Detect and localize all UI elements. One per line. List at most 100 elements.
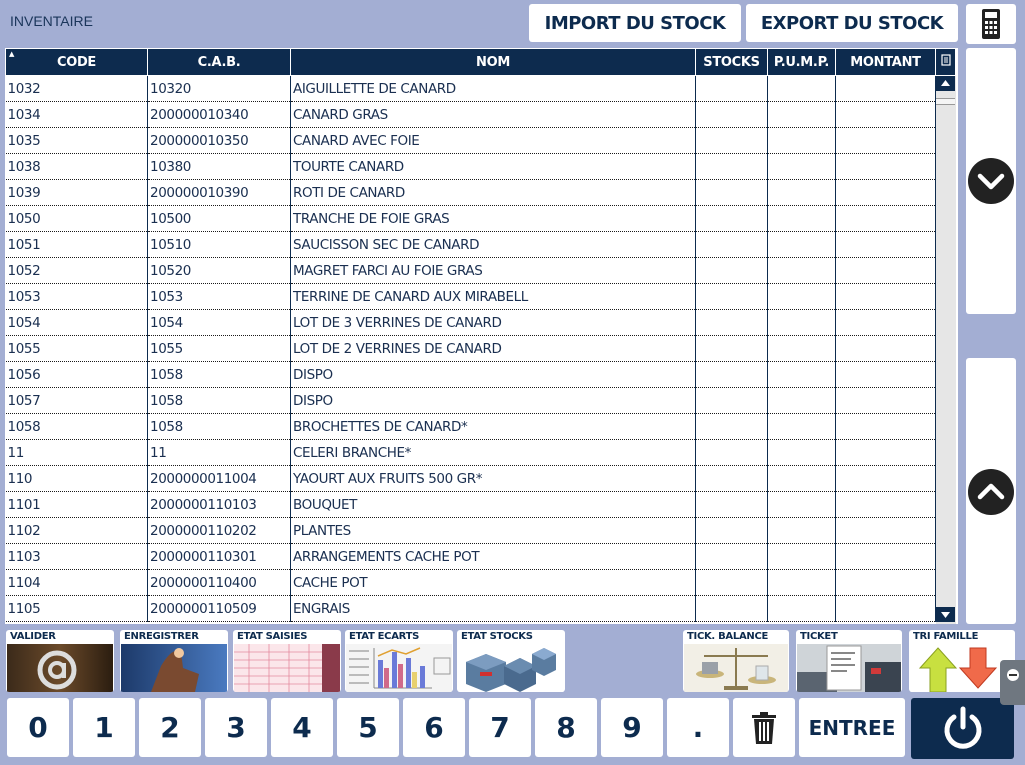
cell-cab[interactable]: 2000000110400 — [147, 569, 291, 596]
cell-nom[interactable]: LOT DE 3 VERRINES DE CANARD — [290, 309, 696, 336]
key-1[interactable]: 1 — [73, 698, 135, 757]
cell-nom[interactable]: SAUCISSON SEC DE CANARD — [290, 231, 696, 258]
scroll-thumb[interactable] — [936, 98, 955, 105]
entree-button[interactable]: ENTREE — [799, 698, 905, 757]
table-row[interactable]: 1034 200000010340 CANARD GRAS — [5, 101, 956, 128]
power-button[interactable] — [911, 698, 1014, 759]
cell-montant[interactable] — [835, 543, 936, 570]
cell-stocks[interactable] — [695, 361, 768, 388]
column-chooser-button[interactable] — [935, 48, 956, 76]
tick-balance-button[interactable]: TICK. BALANCE — [683, 630, 789, 692]
table-row[interactable]: 1054 1054 LOT DE 3 VERRINES DE CANARD — [5, 309, 956, 336]
cell-pump[interactable] — [767, 439, 836, 466]
cell-pump[interactable] — [767, 361, 836, 388]
cell-nom[interactable]: ROTI DE CANARD — [290, 179, 696, 206]
table-row[interactable]: 11 11 CELERI BRANCHE* — [5, 439, 956, 466]
key-3[interactable]: 3 — [205, 698, 267, 757]
cell-cab[interactable]: 10520 — [147, 257, 291, 284]
table-row[interactable]: 1056 1058 DISPO — [5, 361, 956, 388]
cell-nom[interactable]: BROCHETTES DE CANARD* — [290, 413, 696, 440]
cell-nom[interactable]: CELERI BRANCHE* — [290, 439, 696, 466]
table-row[interactable]: 110 2000000011004 YAOURT AUX FRUITS 500 GR… — [5, 465, 956, 492]
cell-cab[interactable]: 10510 — [147, 231, 291, 258]
page-up-button[interactable] — [966, 358, 1016, 624]
cell-montant[interactable] — [835, 517, 936, 544]
cell-pump[interactable] — [767, 179, 836, 206]
column-header-nom[interactable]: NOM — [290, 48, 696, 76]
cell-code[interactable]: 1050 — [5, 205, 148, 232]
column-header-code[interactable]: ▲ CODE — [5, 48, 148, 76]
cell-code[interactable]: 1058 — [5, 413, 148, 440]
cell-nom[interactable]: DISPO — [290, 361, 696, 388]
table-row[interactable]: 1039 200000010390 ROTI DE CANARD — [5, 179, 956, 206]
valider-button[interactable]: VALIDER — [6, 630, 114, 692]
cell-pump[interactable] — [767, 569, 836, 596]
cell-code[interactable]: 1053 — [5, 283, 148, 310]
table-row[interactable]: 1038 10380 TOURTE CANARD — [5, 153, 956, 180]
column-header-cab[interactable]: C.A.B. — [147, 48, 291, 76]
etat-stocks-button[interactable]: ETAT STOCKS — [457, 630, 565, 692]
side-panel-tab[interactable] — [1000, 660, 1025, 705]
cell-pump[interactable] — [767, 387, 836, 414]
cell-stocks[interactable] — [695, 153, 768, 180]
cell-montant[interactable] — [835, 101, 936, 128]
cell-pump[interactable] — [767, 153, 836, 180]
cell-pump[interactable] — [767, 543, 836, 570]
delete-button[interactable] — [733, 698, 795, 757]
cell-code[interactable]: 1034 — [5, 101, 148, 128]
column-header-montant[interactable]: MONTANT — [835, 48, 936, 76]
cell-code[interactable]: 1103 — [5, 543, 148, 570]
table-row[interactable]: 1105 2000000110509 ENGRAIS — [5, 595, 956, 622]
cell-cab[interactable]: 2000000110301 — [147, 543, 291, 570]
cell-montant[interactable] — [835, 465, 936, 492]
cell-montant[interactable] — [835, 361, 936, 388]
cell-cab[interactable]: 2000000110202 — [147, 517, 291, 544]
key-4[interactable]: 4 — [271, 698, 333, 757]
cell-stocks[interactable] — [695, 309, 768, 336]
column-header-pump[interactable]: P.U.M.P. — [767, 48, 836, 76]
cell-cab[interactable]: 10380 — [147, 153, 291, 180]
cell-stocks[interactable] — [695, 595, 768, 622]
table-row[interactable]: 1057 1058 DISPO — [5, 387, 956, 414]
cell-cab[interactable]: 200000010390 — [147, 179, 291, 206]
cell-cab[interactable]: 1053 — [147, 283, 291, 310]
cell-pump[interactable] — [767, 257, 836, 284]
cell-montant[interactable] — [835, 569, 936, 596]
cell-cab[interactable]: 200000010340 — [147, 101, 291, 128]
cell-pump[interactable] — [767, 491, 836, 518]
cell-montant[interactable] — [835, 257, 936, 284]
table-row[interactable]: 1035 200000010350 CANARD AVEC FOIE — [5, 127, 956, 154]
key-9[interactable]: 9 — [601, 698, 663, 757]
cell-cab[interactable]: 2000000110103 — [147, 491, 291, 518]
cell-cab[interactable]: 10500 — [147, 205, 291, 232]
table-row[interactable]: 1103 2000000110301 ARRANGEMENTS CACHE POT — [5, 543, 956, 570]
cell-pump[interactable] — [767, 231, 836, 258]
cell-cab[interactable]: 1058 — [147, 387, 291, 414]
cell-nom[interactable]: MAGRET FARCI AU FOIE GRAS — [290, 257, 696, 284]
cell-stocks[interactable] — [695, 491, 768, 518]
cell-montant[interactable] — [835, 205, 936, 232]
calculator-button[interactable] — [966, 4, 1016, 44]
cell-nom[interactable]: AIGUILLETTE DE CANARD — [290, 75, 696, 102]
table-scrollbar[interactable] — [936, 76, 956, 624]
cell-stocks[interactable] — [695, 465, 768, 492]
cell-cab[interactable]: 10320 — [147, 75, 291, 102]
cell-pump[interactable] — [767, 283, 836, 310]
cell-montant[interactable] — [835, 309, 936, 336]
scroll-down-arrow[interactable] — [936, 607, 955, 622]
cell-code[interactable]: 1056 — [5, 361, 148, 388]
cell-cab[interactable]: 1058 — [147, 413, 291, 440]
cell-code[interactable]: 1035 — [5, 127, 148, 154]
cell-code[interactable]: 1038 — [5, 153, 148, 180]
cell-pump[interactable] — [767, 517, 836, 544]
cell-montant[interactable] — [835, 387, 936, 414]
cell-pump[interactable] — [767, 335, 836, 362]
cell-montant[interactable] — [835, 153, 936, 180]
cell-stocks[interactable] — [695, 439, 768, 466]
table-row[interactable]: 1102 2000000110202 PLANTES — [5, 517, 956, 544]
cell-montant[interactable] — [835, 335, 936, 362]
table-row[interactable]: 1050 10500 TRANCHE DE FOIE GRAS — [5, 205, 956, 232]
cell-nom[interactable]: TOURTE CANARD — [290, 153, 696, 180]
cell-pump[interactable] — [767, 205, 836, 232]
cell-pump[interactable] — [767, 309, 836, 336]
